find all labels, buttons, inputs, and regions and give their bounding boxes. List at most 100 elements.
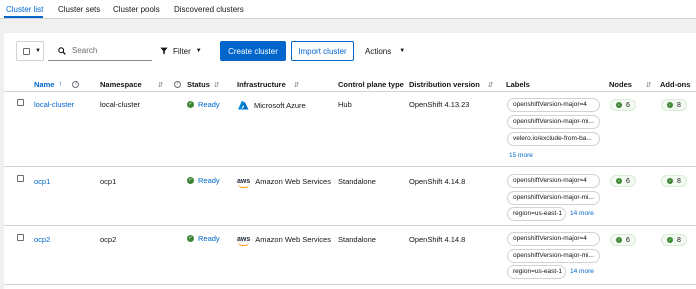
row-divider [4, 284, 696, 285]
cluster-namespace: local-cluster [100, 100, 141, 109]
labels-more-link[interactable]: 15 more [509, 152, 533, 159]
column-header-name-label: Name [34, 80, 55, 89]
sort-icon: ⇵ [487, 81, 494, 89]
cluster-name-link[interactable]: local-cluster [34, 100, 74, 109]
search-icon [58, 46, 66, 55]
nodes-count-badge[interactable]: ✓ 6 [610, 99, 636, 111]
column-header-status-label: Status [187, 80, 210, 89]
cluster-status[interactable]: ✓ Ready [187, 176, 220, 185]
caret-down-icon: ▼ [35, 48, 41, 54]
addons-count-badge[interactable]: ✓ 8 [661, 175, 687, 187]
row-select-checkbox[interactable] [17, 99, 24, 106]
tab-cluster-list[interactable]: Cluster list [6, 5, 43, 14]
check-circle-icon: ✓ [616, 237, 622, 243]
caret-down-icon: ▼ [195, 48, 202, 54]
bulk-select-dropdown[interactable]: ▼ [16, 41, 44, 61]
cluster-namespace: ocp1 [100, 177, 117, 186]
addons-count: 8 [677, 177, 681, 185]
column-header-infrastructure[interactable]: Infrastructure ⇵ [237, 80, 300, 89]
column-header-distribution-version[interactable]: Distribution version ⇵ [409, 80, 494, 89]
label-chip[interactable]: region=us-east-1 [507, 265, 566, 279]
cluster-name-link[interactable]: ocp2 [34, 235, 50, 244]
column-header-nodes-label: Nodes [609, 80, 632, 89]
cluster-infrastructure-label: Amazon Web Services [255, 235, 331, 244]
addons-count-badge[interactable]: ✓ 8 [661, 234, 687, 246]
help-icon[interactable]: ? [71, 81, 79, 88]
import-cluster-button[interactable]: Import cluster [291, 41, 354, 61]
bulk-select-checkbox[interactable] [23, 47, 30, 55]
create-cluster-button[interactable]: Create cluster [220, 41, 286, 61]
search-box [48, 41, 152, 61]
label-chip[interactable]: openshiftVersion-major=4 [507, 232, 600, 246]
addons-count-badge[interactable]: ✓ 8 [661, 99, 687, 111]
check-circle-icon: ✓ [616, 178, 622, 184]
tab-cluster-pools[interactable]: Cluster pools [113, 5, 160, 14]
aws-icon: aws [237, 236, 251, 246]
check-circle-icon: ✓ [187, 101, 194, 108]
labels-more-link[interactable]: 14 more [570, 268, 594, 275]
caret-down-icon: ▼ [399, 48, 406, 54]
nodes-count: 6 [626, 236, 630, 244]
cluster-distribution-version: OpenShift 4.13.23 [409, 100, 470, 109]
sort-ascending-icon: ↑ [58, 81, 62, 88]
cluster-control-plane-type: Hub [338, 100, 352, 109]
column-header-labels[interactable]: Labels [506, 80, 530, 89]
addons-count: 8 [677, 236, 681, 244]
header-divider [4, 91, 696, 92]
cluster-infrastructure: Microsoft Azure [237, 100, 306, 110]
column-header-distribution-label: Distribution version [409, 80, 480, 89]
label-chip[interactable]: velero.io/exclude-from-ba... [507, 132, 600, 146]
tab-discovered-clusters[interactable]: Discovered clusters [174, 5, 244, 14]
check-circle-icon: ✓ [667, 178, 673, 184]
row-divider [4, 166, 696, 167]
column-header-namespace[interactable]: Namespace ⇵ ? [100, 80, 181, 89]
column-header-addons[interactable]: Add-ons [660, 80, 690, 89]
row-select-checkbox[interactable] [17, 175, 24, 182]
nodes-count-badge[interactable]: ✓ 6 [610, 234, 636, 246]
cluster-name-link[interactable]: ocp1 [34, 177, 50, 186]
column-header-control-plane-type[interactable]: Control plane type [338, 80, 404, 89]
cluster-infrastructure-label: Amazon Web Services [255, 177, 331, 186]
column-header-nodes[interactable]: Nodes ⇵ [609, 80, 652, 89]
nodes-count-badge[interactable]: ✓ 6 [610, 175, 636, 187]
check-circle-icon: ✓ [667, 237, 673, 243]
label-chip[interactable]: region=us-east-1 [507, 207, 566, 221]
check-circle-icon: ✓ [187, 235, 194, 242]
cluster-control-plane-type: Standalone [338, 177, 376, 186]
label-chip[interactable]: openshiftVersion-major-mi... [507, 249, 600, 263]
cluster-distribution-version: OpenShift 4.14.8 [409, 177, 466, 186]
label-chip[interactable]: openshiftVersion-major-mi... [507, 115, 600, 129]
label-chip[interactable]: openshiftVersion-major=4 [507, 98, 600, 112]
column-header-status[interactable]: Status ⇵ [187, 80, 220, 89]
cluster-infrastructure: aws Amazon Web Services [237, 177, 331, 188]
label-chip[interactable]: openshiftVersion-major=4 [507, 174, 600, 188]
search-input[interactable] [72, 46, 142, 55]
column-header-name[interactable]: Name ↑ ? [34, 80, 79, 89]
cluster-list-panel: ▼ Filter ▼ Create cluster Import cluster… [4, 33, 696, 289]
cluster-status[interactable]: ✓ Ready [187, 100, 220, 109]
cluster-status[interactable]: ✓ Ready [187, 234, 220, 243]
row-select-checkbox[interactable] [17, 234, 24, 241]
sort-icon: ⇵ [645, 81, 652, 89]
column-header-infrastructure-label: Infrastructure [237, 80, 286, 89]
azure-icon [237, 100, 249, 110]
actions-dropdown[interactable]: Actions ▼ [359, 41, 415, 61]
cluster-status-label: Ready [198, 234, 220, 243]
labels-more-link[interactable]: 14 more [570, 210, 594, 217]
sort-icon: ⇵ [157, 81, 164, 89]
column-header-namespace-label: Namespace [100, 80, 142, 89]
aws-icon: aws [237, 178, 251, 188]
filter-icon [160, 47, 168, 55]
check-circle-icon: ✓ [187, 177, 194, 184]
filter-dropdown[interactable]: Filter ▼ [156, 41, 214, 61]
label-chip[interactable]: openshiftVersion-major-mi... [507, 191, 600, 205]
active-tab-indicator [4, 16, 43, 18]
tab-cluster-sets[interactable]: Cluster sets [58, 5, 100, 14]
help-icon[interactable]: ? [173, 81, 181, 88]
check-circle-icon: ✓ [667, 102, 673, 108]
actions-label: Actions [365, 46, 392, 56]
cluster-infrastructure: aws Amazon Web Services [237, 235, 331, 246]
cluster-tabs: Cluster list Cluster sets Cluster pools … [0, 0, 696, 19]
cluster-namespace: ocp2 [100, 235, 117, 244]
addons-count: 8 [677, 101, 681, 109]
